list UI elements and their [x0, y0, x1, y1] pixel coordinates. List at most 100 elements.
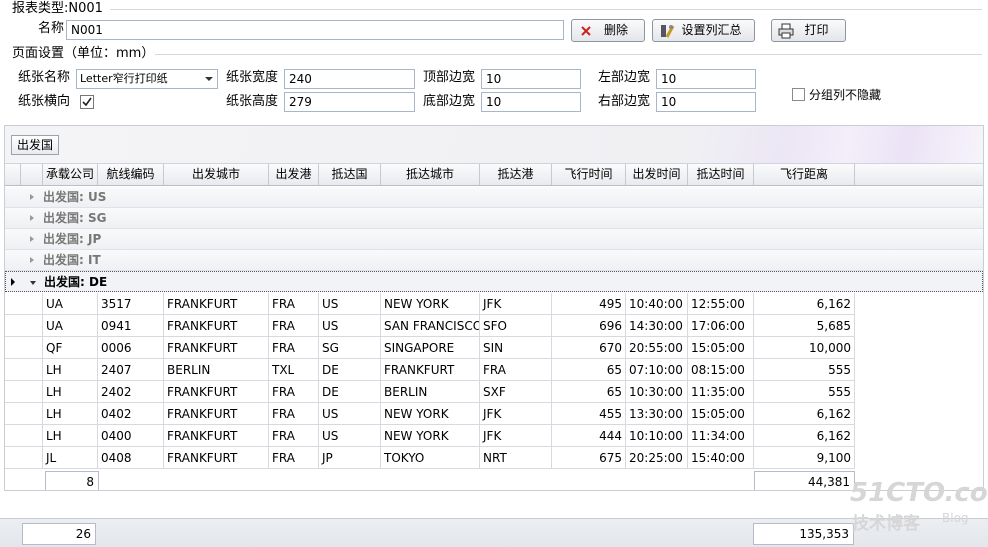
paper-name-select[interactable]: Letter窄行打印纸: [76, 69, 218, 89]
table-row[interactable]: LH 2407 BERLIN TXL DE FRANKFURT FRA 65 07:10:00 0…: [5, 359, 983, 381]
data-grid[interactable]: 出发国 承载公司 航线编码 出发城市 出发港 抵达国 抵达城市 抵达港 飞行时间…: [4, 125, 984, 491]
cell-flight-time[interactable]: 65: [552, 359, 626, 381]
cell-arrival-time[interactable]: 11:35:00: [688, 381, 754, 403]
cell-arrival-country[interactable]: JP: [319, 447, 381, 469]
cell-departure-city[interactable]: FRANKFURT: [164, 425, 269, 447]
cell-departure-time[interactable]: 10:40:00: [626, 293, 688, 315]
cell-carrier[interactable]: QF: [43, 337, 98, 359]
cell-departure-port[interactable]: FRA: [269, 447, 319, 469]
bottom-margin-input[interactable]: 10: [481, 92, 581, 112]
table-row[interactable]: JL 0408 FRANKFURT FRA JP TOKYO NRT 675 20:25:00 1…: [5, 447, 983, 469]
expand-icon[interactable]: [30, 215, 34, 221]
cell-arrival-country[interactable]: US: [319, 315, 381, 337]
cell-departure-city[interactable]: FRANKFURT: [164, 403, 269, 425]
table-row[interactable]: LH 0402 FRANKFURT FRA US NEW YORK JFK 455 13:30:…: [5, 403, 983, 425]
cell-arrival-port[interactable]: JFK: [480, 403, 552, 425]
cell-arrival-city[interactable]: SAN FRANCISCO: [381, 315, 480, 337]
cell-arrival-city[interactable]: NEW YORK: [381, 403, 480, 425]
cell-flight-time[interactable]: 65: [552, 381, 626, 403]
group-by-departure-country-button[interactable]: 出发国: [11, 135, 60, 155]
paper-width-input[interactable]: 240: [284, 69, 415, 89]
cell-arrival-country[interactable]: US: [319, 403, 381, 425]
paper-landscape-checkbox[interactable]: [80, 95, 94, 109]
cell-route-code[interactable]: 0006: [98, 337, 164, 359]
right-margin-input[interactable]: 10: [656, 92, 756, 112]
cell-carrier[interactable]: LH: [43, 381, 98, 403]
cell-arrival-time[interactable]: 17:06:00: [688, 315, 754, 337]
cell-flight-distance[interactable]: 555: [754, 381, 855, 403]
cell-arrival-city[interactable]: TOKYO: [381, 447, 480, 469]
cell-route-code[interactable]: 2407: [98, 359, 164, 381]
cell-carrier[interactable]: JL: [43, 447, 98, 469]
cell-arrival-city[interactable]: NEW YORK: [381, 293, 480, 315]
cell-route-code[interactable]: 3517: [98, 293, 164, 315]
cell-arrival-time[interactable]: 11:34:00: [688, 425, 754, 447]
cell-departure-time[interactable]: 20:25:00: [626, 447, 688, 469]
cell-flight-time[interactable]: 696: [552, 315, 626, 337]
table-row[interactable]: QF 0006 FRANKFURT FRA SG SINGAPORE SIN 670 20:55…: [5, 337, 983, 359]
cell-carrier[interactable]: LH: [43, 359, 98, 381]
cell-flight-distance[interactable]: 5,685: [754, 315, 855, 337]
cell-flight-time[interactable]: 675: [552, 447, 626, 469]
col-header-arrival-time[interactable]: 抵达时间: [688, 164, 754, 185]
cell-departure-port[interactable]: FRA: [269, 315, 319, 337]
group-col-checkbox[interactable]: [792, 88, 805, 101]
paper-height-input[interactable]: 279: [284, 92, 415, 112]
cell-departure-time[interactable]: 07:10:00: [626, 359, 688, 381]
col-header-route-code[interactable]: 航线编码: [98, 164, 164, 185]
left-margin-input[interactable]: 10: [656, 69, 756, 89]
cell-arrival-country[interactable]: US: [319, 293, 381, 315]
group-row-it[interactable]: 出发国: IT: [5, 250, 983, 271]
group-row-de[interactable]: 出发国: DE: [5, 271, 983, 292]
cell-arrival-country[interactable]: DE: [319, 359, 381, 381]
cell-departure-city[interactable]: FRANKFURT: [164, 337, 269, 359]
cell-departure-time[interactable]: 10:10:00: [626, 425, 688, 447]
cell-departure-port[interactable]: FRA: [269, 425, 319, 447]
cell-departure-time[interactable]: 13:30:00: [626, 403, 688, 425]
expand-icon[interactable]: [30, 236, 34, 242]
cell-arrival-country[interactable]: DE: [319, 381, 381, 403]
cell-flight-distance[interactable]: 9,100: [754, 447, 855, 469]
cell-carrier[interactable]: UA: [43, 293, 98, 315]
cell-departure-port[interactable]: TXL: [269, 359, 319, 381]
col-header-flight-distance[interactable]: 飞行距离: [754, 164, 855, 185]
cell-flight-distance[interactable]: 555: [754, 359, 855, 381]
cell-departure-port[interactable]: FRA: [269, 293, 319, 315]
cell-arrival-port[interactable]: NRT: [480, 447, 552, 469]
cell-arrival-port[interactable]: SIN: [480, 337, 552, 359]
name-input[interactable]: N001: [66, 20, 564, 40]
cell-arrival-port[interactable]: SFO: [480, 315, 552, 337]
col-header-arrival-port[interactable]: 抵达港: [480, 164, 552, 185]
set-summary-button[interactable]: 设置列汇总: [652, 19, 755, 42]
cell-flight-time[interactable]: 670: [552, 337, 626, 359]
cell-arrival-port[interactable]: FRA: [480, 359, 552, 381]
cell-departure-port[interactable]: FRA: [269, 381, 319, 403]
table-row[interactable]: UA 0941 FRANKFURT FRA US SAN FRANCISCO SFO 696 1…: [5, 315, 983, 337]
cell-departure-city[interactable]: FRANKFURT: [164, 447, 269, 469]
table-row[interactable]: LH 0400 FRANKFURT FRA US NEW YORK JFK 444 10:10:…: [5, 425, 983, 447]
col-header-arrival-country[interactable]: 抵达国: [319, 164, 381, 185]
cell-route-code[interactable]: 0402: [98, 403, 164, 425]
col-header-departure-port[interactable]: 出发港: [269, 164, 319, 185]
print-button[interactable]: 打印: [771, 19, 846, 42]
cell-departure-port[interactable]: FRA: [269, 337, 319, 359]
cell-carrier[interactable]: LH: [43, 425, 98, 447]
cell-departure-city[interactable]: BERLIN: [164, 359, 269, 381]
collapse-icon[interactable]: [30, 281, 36, 285]
cell-arrival-time[interactable]: 08:15:00: [688, 359, 754, 381]
table-row[interactable]: UA 3517 FRANKFURT FRA US NEW YORK JFK 495 10:40:…: [5, 293, 983, 315]
cell-arrival-time[interactable]: 15:05:00: [688, 403, 754, 425]
cell-carrier[interactable]: LH: [43, 403, 98, 425]
cell-departure-time[interactable]: 14:30:00: [626, 315, 688, 337]
cell-carrier[interactable]: UA: [43, 315, 98, 337]
cell-arrival-port[interactable]: SXF: [480, 381, 552, 403]
cell-route-code[interactable]: 0408: [98, 447, 164, 469]
chevron-down-icon[interactable]: [205, 77, 213, 81]
cell-arrival-port[interactable]: JFK: [480, 293, 552, 315]
cell-flight-time[interactable]: 495: [552, 293, 626, 315]
cell-flight-time[interactable]: 455: [552, 403, 626, 425]
cell-flight-distance[interactable]: 6,162: [754, 403, 855, 425]
cell-departure-port[interactable]: FRA: [269, 403, 319, 425]
cell-departure-city[interactable]: FRANKFURT: [164, 293, 269, 315]
group-row-us[interactable]: 出发国: US: [5, 187, 983, 208]
